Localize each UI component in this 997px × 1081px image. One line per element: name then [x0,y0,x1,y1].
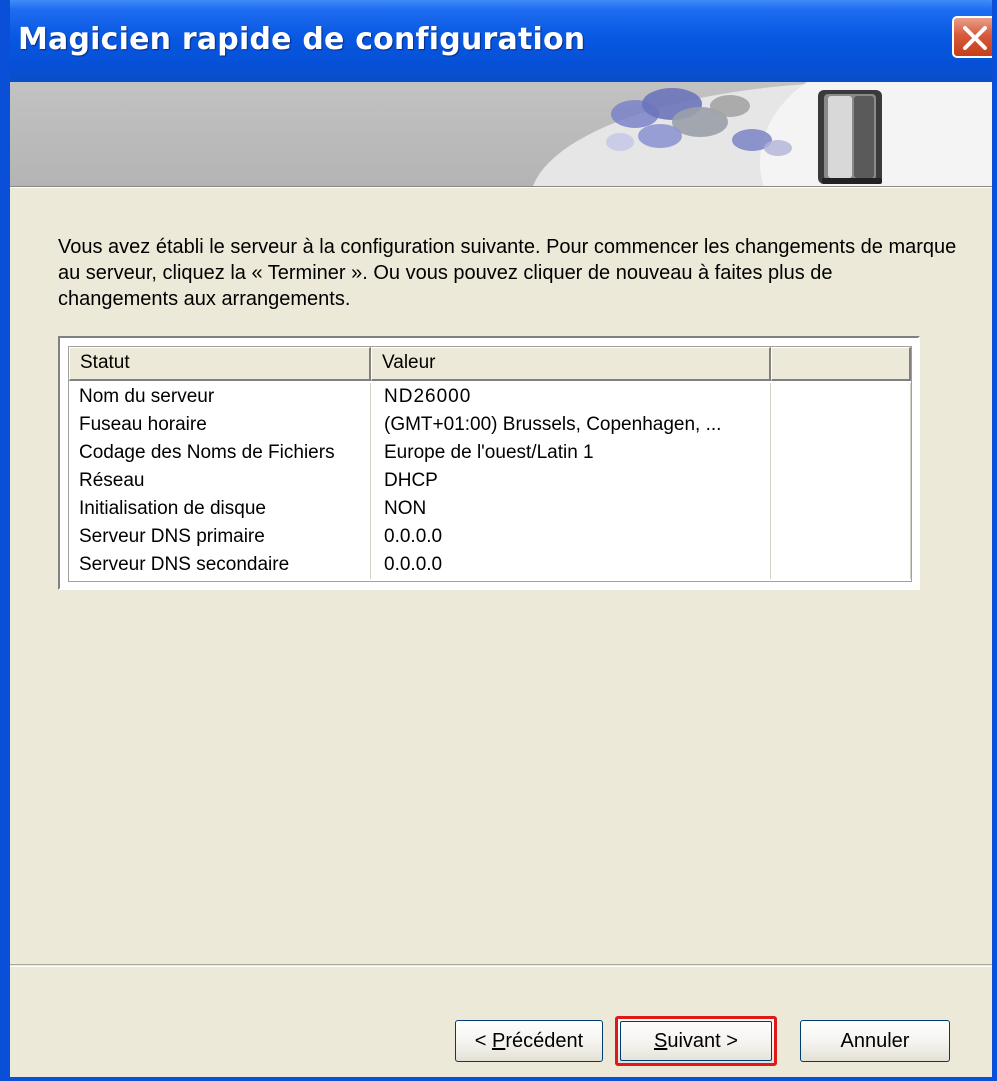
table-row[interactable]: Serveur DNS primaire 0.0.0.0 [69,523,911,551]
previous-button[interactable]: < Précédent [455,1020,603,1062]
cell-empty [771,523,911,551]
cell-statut: Serveur DNS secondaire [69,551,371,579]
cell-statut: Fuseau horaire [69,411,371,439]
list-header: Statut Valeur [69,347,911,381]
cell-valeur: DHCP [371,467,771,495]
cancel-button[interactable]: Annuler [800,1020,950,1062]
previous-label: récédent [505,1030,584,1052]
list-view: Statut Valeur Nom du serveur ND26000 Fus… [68,346,912,582]
previous-mnemonic: P [492,1030,506,1052]
column-header-empty[interactable] [771,347,911,381]
cell-empty [771,383,911,411]
next-button[interactable]: Suivant > [615,1016,777,1066]
previous-prefix: < [474,1030,493,1052]
window-title: Magicien rapide de configuration [18,22,586,57]
cell-valeur: 0.0.0.0 [371,523,771,551]
cell-empty [771,411,911,439]
table-row[interactable]: Initialisation de disque NON [69,495,911,523]
next-button-inner-border [620,1021,772,1061]
intro-text: Vous avez établi le serveur à la configu… [58,236,957,310]
hard-drive-icon [818,90,882,184]
table-row[interactable]: Fuseau horaire (GMT+01:00) Brussels, Cop… [69,411,911,439]
cell-empty [771,467,911,495]
cell-statut: Initialisation de disque [69,495,371,523]
title-bar[interactable]: Magicien rapide de configuration [10,0,992,82]
table-row[interactable]: Nom du serveur ND26000 [69,383,911,411]
cell-statut: Serveur DNS primaire [69,523,371,551]
list-body: Nom du serveur ND26000 Fuseau horaire (G… [69,383,911,579]
table-row[interactable]: Serveur DNS secondaire 0.0.0.0 [69,551,911,579]
footer-separator [10,964,992,967]
table-row[interactable]: Codage des Noms de Fichiers Europe de l'… [69,439,911,467]
config-summary-list[interactable]: Statut Valeur Nom du serveur ND26000 Fus… [58,336,920,590]
cell-empty [771,439,911,467]
banner-separator [10,186,992,188]
cell-statut: Nom du serveur [69,383,371,411]
cell-valeur: Europe de l'ouest/Latin 1 [371,439,771,467]
cell-valeur: (GMT+01:00) Brussels, Copenhagen, ... [371,411,771,439]
cell-empty [771,551,911,579]
banner-graphic [533,82,992,186]
cell-valeur: ND26000 [371,383,771,411]
wizard-window: Magicien rapide de configuration Vous av… [0,0,997,1081]
cell-statut: Codage des Noms de Fichiers [69,439,371,467]
cell-empty [771,495,911,523]
close-button[interactable] [952,16,992,58]
cell-statut: Réseau [69,467,371,495]
wizard-banner [10,82,992,186]
close-icon [963,26,987,50]
table-row[interactable]: Réseau DHCP [69,467,911,495]
column-header-statut[interactable]: Statut [69,347,371,381]
column-header-valeur[interactable]: Valeur [371,347,771,381]
cell-valeur: 0.0.0.0 [371,551,771,579]
cell-valeur: NON [371,495,771,523]
